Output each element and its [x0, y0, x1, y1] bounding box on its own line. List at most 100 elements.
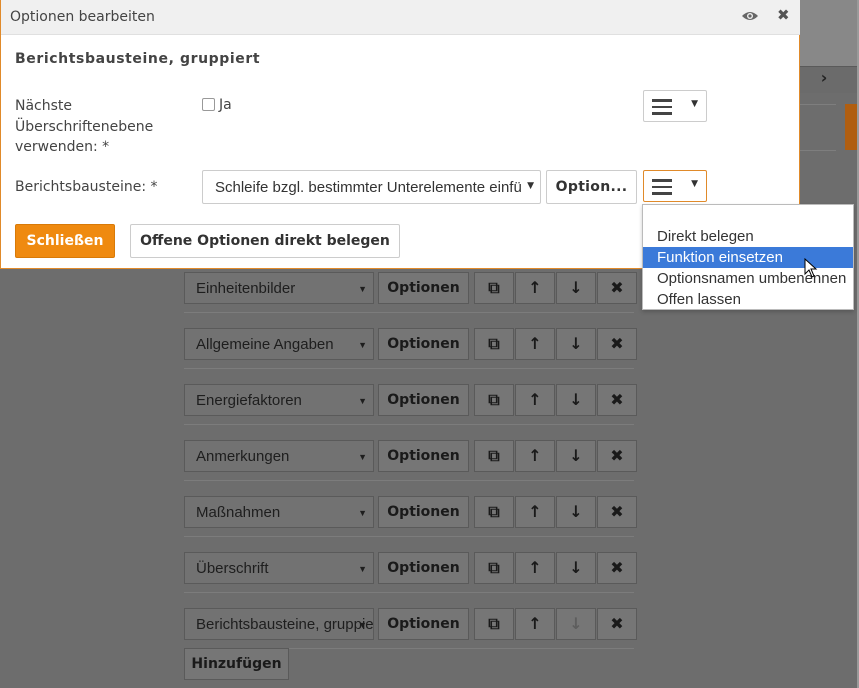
next-heading-label-line-3: verwenden: * — [15, 139, 110, 155]
block-options-button[interactable]: Optionen — [378, 272, 469, 304]
next-heading-label-line-1: Nächste — [15, 98, 73, 114]
menu-item-direct[interactable]: Direkt belegen — [643, 226, 853, 247]
block-select[interactable]: Energiefaktoren ▼ — [184, 384, 374, 416]
mouse-cursor-icon — [804, 258, 818, 278]
divider — [800, 104, 836, 105]
caret-down-icon: ▼ — [358, 284, 367, 294]
copy-icon[interactable]: ⧉ — [474, 496, 514, 528]
arrow-up-icon[interactable]: ↑ — [515, 272, 555, 304]
caret-down-icon: ▼ — [527, 181, 534, 191]
next-heading-checkbox[interactable] — [202, 98, 215, 111]
arrow-down-icon[interactable]: ↓ — [556, 384, 596, 416]
arrow-down-icon[interactable]: ↓ — [556, 496, 596, 528]
row-divider — [184, 312, 634, 313]
delete-icon[interactable]: ✖ — [597, 272, 637, 304]
block-options-button[interactable]: Optionen — [378, 552, 469, 584]
close-icon[interactable]: ✖ — [777, 6, 790, 24]
arrow-up-icon[interactable]: ↑ — [515, 384, 555, 416]
checkbox-label: Ja — [219, 97, 232, 113]
delete-icon[interactable]: ✖ — [597, 496, 637, 528]
arrow-down-icon[interactable]: ↓ — [556, 440, 596, 472]
arrow-down-icon[interactable]: ↓ — [556, 608, 596, 640]
arrow-down-icon[interactable]: ↓ — [556, 328, 596, 360]
building-block-row: Anmerkungen ▼ Optionen ⧉ ↑ ↓ ✖ — [184, 440, 637, 481]
building-blocks-label: Berichtsbausteine: * — [15, 179, 158, 195]
building-block-row: Allgemeine Angaben ▼ Optionen ⧉ ↑ ↓ ✖ — [184, 328, 637, 369]
row-divider — [184, 592, 634, 593]
caret-down-icon: ▼ — [358, 620, 367, 630]
building-block-row: Überschrift ▼ Optionen ⧉ ↑ ↓ ✖ — [184, 552, 637, 593]
block-options-button[interactable]: Optionen — [378, 608, 469, 640]
mode-menu-button-building-blocks[interactable]: ▼ — [643, 170, 707, 202]
menu-item-function[interactable]: Funktion einsetzen — [643, 247, 853, 268]
row-divider — [184, 480, 634, 481]
arrow-up-icon[interactable]: ↑ — [515, 608, 555, 640]
building-block-row: Berichtsbausteine, gruppiert ▼ Optionen ⧉ ↑ ↓… — [184, 608, 637, 649]
block-select-label: Einheitenbilder — [196, 280, 296, 297]
caret-down-icon: ▼ — [691, 99, 698, 109]
caret-down-icon: ▼ — [358, 340, 367, 350]
arrow-down-icon[interactable]: ↓ — [556, 272, 596, 304]
block-select-label: Maßnahmen — [196, 504, 281, 521]
block-select-label: Berichtsbausteine, gruppiert — [196, 616, 374, 633]
delete-icon[interactable]: ✖ — [597, 328, 637, 360]
close-button[interactable]: Schließen — [15, 224, 115, 258]
block-options-button[interactable]: Optionen — [378, 496, 469, 528]
building-block-row: Maßnahmen ▼ Optionen ⧉ ↑ ↓ ✖ — [184, 496, 637, 537]
caret-down-icon: ▼ — [358, 564, 367, 574]
options-button[interactable]: Option... — [546, 170, 637, 204]
block-select-label: Allgemeine Angaben — [196, 336, 334, 353]
next-heading-label-line-2: Überschriftenebene — [15, 118, 154, 135]
building-blocks-select[interactable]: Schleife bzgl. bestimmter Unterelemente … — [202, 170, 541, 204]
block-options-button[interactable]: Optionen — [378, 384, 469, 416]
block-options-button[interactable]: Optionen — [378, 328, 469, 360]
arrow-down-icon[interactable]: ↓ — [556, 552, 596, 584]
delete-icon[interactable]: ✖ — [597, 608, 637, 640]
row-divider — [184, 368, 634, 369]
fill-open-options-button[interactable]: Offene Optionen direkt belegen — [130, 224, 400, 258]
block-select[interactable]: Überschrift ▼ — [184, 552, 374, 584]
block-select-label: Energiefaktoren — [196, 392, 302, 409]
eye-icon[interactable] — [741, 9, 759, 23]
caret-down-icon: ▼ — [358, 452, 367, 462]
arrow-up-icon[interactable]: ↑ — [515, 440, 555, 472]
row-divider — [184, 536, 634, 537]
row-divider — [184, 424, 634, 425]
section-title: Berichtsbausteine, gruppiert — [15, 51, 261, 67]
copy-icon[interactable]: ⧉ — [474, 272, 514, 304]
delete-icon[interactable]: ✖ — [597, 440, 637, 472]
add-button[interactable]: Hinzufügen — [184, 648, 289, 680]
hamburger-icon — [652, 179, 672, 195]
block-select[interactable]: Anmerkungen ▼ — [184, 440, 374, 472]
block-select[interactable]: Allgemeine Angaben ▼ — [184, 328, 374, 360]
caret-down-icon: ▼ — [691, 179, 698, 189]
copy-icon[interactable]: ⧉ — [474, 328, 514, 360]
delete-icon[interactable]: ✖ — [597, 552, 637, 584]
building-block-row: Einheitenbilder ▼ Optionen ⧉ ↑ ↓ ✖ — [184, 272, 637, 313]
arrow-up-icon[interactable]: ↑ — [515, 328, 555, 360]
caret-down-icon: ▼ — [358, 396, 367, 406]
copy-icon[interactable]: ⧉ — [474, 608, 514, 640]
arrow-up-icon[interactable]: ↑ — [515, 496, 555, 528]
copy-icon[interactable]: ⧉ — [474, 440, 514, 472]
block-select[interactable]: Berichtsbausteine, gruppiert ▼ — [184, 608, 374, 640]
chevron-right-icon: › — [820, 68, 828, 87]
menu-item-rename[interactable]: Optionsnamen umbenennen — [643, 268, 853, 289]
copy-icon[interactable]: ⧉ — [474, 384, 514, 416]
block-select[interactable]: Einheitenbilder ▼ — [184, 272, 374, 304]
hamburger-icon — [652, 99, 672, 115]
block-select-label: Überschrift — [196, 560, 269, 577]
dialog-header: Optionen bearbeiten ✖ — [1, 0, 800, 35]
divider — [800, 150, 836, 151]
block-select[interactable]: Maßnahmen ▼ — [184, 496, 374, 528]
caret-down-icon: ▼ — [358, 508, 367, 518]
delete-icon[interactable]: ✖ — [597, 384, 637, 416]
building-block-row: Energiefaktoren ▼ Optionen ⧉ ↑ ↓ ✖ — [184, 384, 637, 425]
mode-dropdown-menu: Direkt belegen Funktion einsetzen Option… — [642, 204, 854, 310]
menu-item-leave-open[interactable]: Offen lassen — [643, 289, 853, 310]
arrow-up-icon[interactable]: ↑ — [515, 552, 555, 584]
block-options-button[interactable]: Optionen — [378, 440, 469, 472]
block-select-label: Anmerkungen — [196, 448, 290, 465]
mode-menu-button-heading[interactable]: ▼ — [643, 90, 707, 122]
copy-icon[interactable]: ⧉ — [474, 552, 514, 584]
